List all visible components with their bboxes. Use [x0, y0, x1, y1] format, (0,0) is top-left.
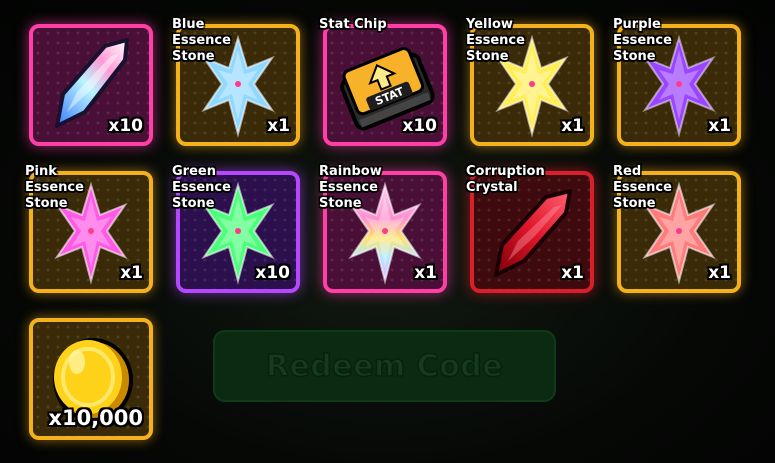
reward-tile-rainbow-essence-stone[interactable]: Rainbow Essence Stone x1 [319, 164, 447, 293]
reward-tile-yellow-essence-stone[interactable]: Yellow Essence Stone x1 [466, 17, 594, 146]
item-label: Stat Chip [319, 17, 387, 32]
item-label: Yellow Essence Stone [466, 17, 525, 64]
reward-tile-corruption-crystal[interactable]: Corruption Crystal x1 [466, 164, 594, 293]
item-quantity: x1 [708, 116, 731, 136]
item-quantity: x1 [120, 263, 143, 283]
reward-tile-purple-essence-stone[interactable]: Purple Essence Stone x1 [613, 17, 741, 146]
item-label: Pink Essence Stone [25, 164, 84, 211]
item-label: Blue Essence Stone [172, 17, 231, 64]
item-quantity: x10,000 [48, 406, 143, 430]
item-quantity: x1 [267, 116, 290, 136]
reward-tile-red-essence-stone[interactable]: Red Essence Stone x1 [613, 164, 741, 293]
item-quantity: x1 [414, 263, 437, 283]
reward-tile-gold-coins[interactable]: x10,000 [29, 318, 153, 440]
item-quantity: x1 [561, 116, 584, 136]
item-quantity: x10 [402, 116, 437, 136]
reward-tile-stat-chip[interactable]: STAT Stat Chip x10 [319, 17, 447, 146]
item-quantity: x10 [108, 116, 143, 136]
redeem-code-button[interactable]: Redeem Code [213, 330, 556, 402]
reward-tile-pink-essence-stone[interactable]: Pink Essence Stone x1 [25, 164, 153, 293]
item-label: Rainbow Essence Stone [319, 164, 382, 211]
item-quantity: x1 [708, 263, 731, 283]
item-label: Purple Essence Stone [613, 17, 672, 64]
reward-tile-crystal-shard[interactable]: x10 [29, 24, 153, 146]
item-label: Green Essence Stone [172, 164, 231, 211]
item-quantity: x10 [255, 263, 290, 283]
item-label: Corruption Crystal [466, 164, 545, 195]
reward-tile-blue-essence-stone[interactable]: Blue Essence Stone x1 [172, 17, 300, 146]
item-label: Red Essence Stone [613, 164, 672, 211]
redeem-code-label: Redeem Code [265, 348, 504, 385]
item-quantity: x1 [561, 263, 584, 283]
reward-tile-green-essence-stone[interactable]: Green Essence Stone x10 [172, 164, 300, 293]
